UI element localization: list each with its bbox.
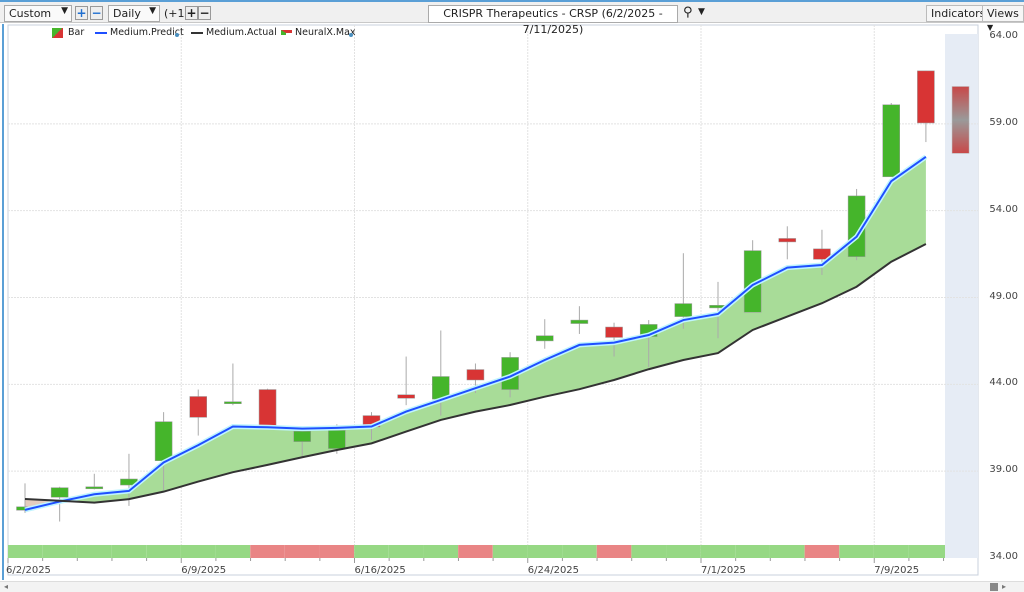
neuralx-signal-segment (666, 545, 701, 558)
zoom-in-button[interactable]: + (75, 6, 88, 20)
candle-body (536, 335, 554, 342)
neuralx-signal-segment (319, 545, 355, 558)
neuralx-signal-segment (180, 545, 216, 558)
offset-plus-button[interactable]: + (185, 6, 198, 20)
neuralx-signal-segment (735, 545, 770, 558)
price-tick-label: 49.00 (989, 290, 1018, 302)
neuralx-signal-segment (839, 545, 874, 558)
legend-neuralx-max[interactable]: NeuralX.Max (295, 27, 356, 38)
settings-dot-icon[interactable] (175, 33, 179, 37)
neuralx-signal-segment (423, 545, 459, 558)
predict-line-icon (95, 32, 107, 34)
neuralx-signal-segment (492, 545, 528, 558)
price-tick-label: 54.00 (989, 203, 1018, 215)
neuralx-signal-segment (527, 545, 563, 558)
candle-body (605, 326, 623, 338)
zoom-out-button[interactable]: − (90, 6, 103, 20)
neuralx-signal-segment (42, 545, 77, 558)
actual-line-icon (191, 32, 203, 34)
neuralx-legend-icon (281, 30, 292, 35)
interval-value: Daily (113, 7, 141, 20)
price-tick-label: 39.00 (989, 464, 1018, 476)
neuralx-signal-segment (8, 545, 43, 558)
neuralx-signal-segment (215, 545, 251, 558)
date-tick-label: 6/24/2025 (527, 565, 580, 576)
indicators-label: Indicators (931, 7, 986, 20)
chevron-down-icon[interactable]: ▼ (698, 7, 705, 17)
candle-body (466, 369, 485, 381)
candle-body (293, 430, 311, 442)
interval-select[interactable]: Daily ▼ (108, 5, 160, 22)
toolbar: Custom ▼ + − Daily ▼ (+1) + − CRISPR Thera… (0, 0, 1024, 36)
candle-body (85, 486, 104, 490)
price-chart[interactable] (0, 0, 1024, 592)
price-tick-label: 64.00 (989, 30, 1018, 41)
neuralx-signal-segment (873, 545, 909, 558)
bar-legend-icon (52, 28, 63, 38)
candle-body (674, 303, 693, 317)
candle-body (189, 396, 207, 418)
candle-body (224, 401, 242, 404)
horizontal-scrollbar[interactable]: ◂ ▸ (0, 581, 1024, 592)
neuralx-signal-segment (284, 545, 320, 558)
scroll-thumb[interactable] (990, 583, 998, 591)
neuralx-signal-segment (77, 545, 112, 558)
candle-body (258, 389, 277, 428)
neuralx-signal-segment (111, 545, 147, 558)
neuralx-signal-segment (596, 545, 632, 558)
period-select[interactable]: Custom ▼ (4, 5, 72, 22)
candle-body (154, 421, 173, 461)
candle-body (397, 394, 415, 399)
neuralx-signal-segment (908, 545, 945, 558)
candle-body (917, 70, 935, 124)
legend-bar[interactable]: Bar (68, 27, 84, 38)
candle-body (328, 430, 346, 449)
candle-body (882, 104, 900, 178)
date-tick-label: 7/1/2025 (701, 565, 746, 576)
candle-body (570, 319, 589, 324)
neuralx-signal-segment (700, 545, 736, 558)
symbol-title-field[interactable]: CRISPR Therapeutics - CRSP (6/2/2025 - 7… (428, 5, 678, 36)
price-tick-label: 59.00 (989, 116, 1018, 128)
neuralx-signal-segment (354, 545, 389, 558)
scroll-right-icon[interactable]: ▸ (1002, 582, 1006, 591)
neuralx-signal-segment (146, 545, 181, 558)
legend-medium-actual[interactable]: Medium.Actual (206, 27, 277, 38)
date-tick-label: 6/9/2025 (181, 565, 227, 576)
legend-medium-predict[interactable]: Medium.Predict (110, 27, 184, 38)
search-icon[interactable]: ⚲ (683, 5, 693, 20)
neuralx-signal-segment (631, 545, 666, 558)
candle-body (50, 487, 69, 498)
chevron-down-icon: ▼ (61, 6, 68, 16)
price-tick-label: 34.00 (989, 551, 1018, 562)
period-value: Custom (9, 7, 52, 20)
date-tick-label: 6/16/2025 (354, 565, 406, 576)
date-tick-label: 7/9/2025 (874, 565, 920, 576)
chevron-down-icon: ▼ (149, 6, 156, 16)
views-label: Views (987, 7, 1019, 20)
date-tick-label: 6/2/2025 (6, 565, 51, 576)
neuralx-signal-segment (770, 545, 805, 558)
settings-dot-icon[interactable] (349, 33, 353, 37)
forecast-range-bar (951, 86, 970, 154)
scroll-left-icon[interactable]: ◂ (4, 582, 8, 591)
neuralx-signal-segment (804, 545, 840, 558)
chevron-down-icon: ▼ (987, 23, 994, 32)
candle-body (778, 238, 797, 243)
views-button[interactable]: Views ▼ (982, 5, 1024, 32)
neuralx-signal-segment (250, 545, 285, 558)
offset-minus-button[interactable]: − (198, 6, 211, 20)
neuralx-signal-segment (458, 545, 493, 558)
price-tick-label: 44.00 (989, 377, 1018, 389)
neuralx-signal-segment (562, 545, 597, 558)
neuralx-signal-segment (388, 545, 424, 558)
